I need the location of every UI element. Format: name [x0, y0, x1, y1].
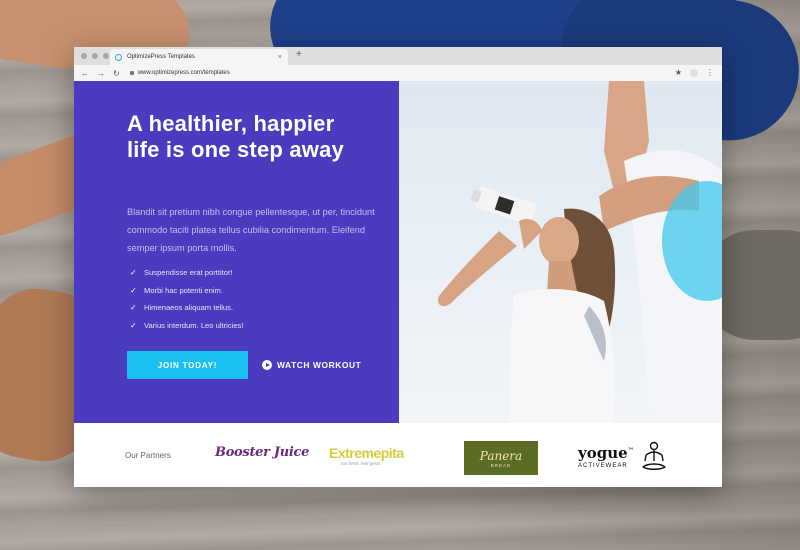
checklist-item: ✓ Varius interdum. Leo ultricies!	[130, 317, 243, 335]
check-icon: ✓	[130, 285, 137, 295]
yogue-activewear-logo: yogue™ ACTIVEWEAR	[578, 443, 634, 470]
address-bar-actions: ★ ⋮	[675, 68, 714, 77]
yogue-logo-text: yogue™	[578, 443, 634, 461]
url-text: www.optimizepress.com/templates	[137, 70, 230, 76]
minimize-window-button[interactable]	[92, 53, 98, 59]
url-field[interactable]: www.optimizepress.com/templates	[129, 70, 230, 76]
new-tab-button[interactable]: +	[296, 49, 302, 60]
panera-logo-text: Panera	[479, 448, 523, 463]
browser-tab[interactable]: OptimizePress Templates ×	[110, 49, 288, 65]
yogue-logo-subtext: ACTIVEWEAR	[578, 463, 628, 469]
booster-juice-logo: Booster Juice	[215, 445, 309, 460]
watch-workout-link[interactable]: WATCH WORKOUT	[262, 356, 361, 374]
checklist-item: ✓ Suspendisse erat porttitor!	[130, 264, 243, 282]
check-icon: ✓	[130, 320, 137, 330]
address-bar: ← → ↻ www.optimizepress.com/templates ★ …	[74, 65, 722, 82]
nav-buttons: ← → ↻	[81, 69, 120, 78]
hero-photo	[399, 81, 722, 423]
panera-logo-subtext: BREAD	[490, 462, 512, 468]
checklist-item-label: Himenaeos aliquam tellus.	[144, 303, 234, 313]
reload-icon[interactable]: ↻	[113, 69, 120, 78]
yogue-wordmark: yogue	[578, 444, 628, 462]
extremepita-logo: Extremepita eat fresh. feel great.	[329, 445, 404, 466]
forward-arrow-icon[interactable]: →	[97, 69, 105, 78]
lock-icon	[129, 71, 134, 75]
hero-intro: Blandit sit pretium nibh congue pellente…	[127, 207, 375, 253]
check-icon: ✓	[130, 268, 137, 278]
menu-dots-icon[interactable]: ⋮	[706, 68, 714, 77]
star-icon[interactable]: ★	[675, 68, 682, 77]
tab-close-icon[interactable]: ×	[278, 54, 282, 61]
extremepita-tagline: eat fresh. feel great.	[341, 461, 382, 466]
profile-icon[interactable]	[690, 68, 698, 77]
hero-headline: A healthier, happier life is one step aw…	[127, 111, 344, 162]
partners-strip: Our Partners Booster Juice Extremepita e…	[74, 423, 722, 487]
checklist-item: ✓ Morbi hac potenti enim.	[130, 282, 243, 300]
hero-text-panel: A healthier, happier life is one step aw…	[74, 81, 399, 423]
watch-workout-label: WATCH WORKOUT	[277, 360, 362, 370]
check-icon: ✓	[130, 303, 137, 313]
favicon-icon	[115, 53, 122, 61]
yogue-trademark: ™	[627, 447, 634, 454]
yoga-meditation-icon	[642, 441, 666, 470]
checklist-item: ✓ Himenaeos aliquam tellus.	[130, 299, 243, 317]
extremepita-logo-text: Extremepita	[329, 445, 404, 461]
browser-window: OptimizePress Templates × + ← → ↻ www.op…	[74, 47, 722, 487]
play-circle-icon	[262, 360, 272, 370]
back-arrow-icon[interactable]: ←	[81, 69, 89, 78]
close-window-button[interactable]	[81, 53, 87, 59]
hero-section: A healthier, happier life is one step aw…	[74, 81, 722, 423]
checklist-item-label: Morbi hac potenti enim.	[144, 285, 223, 295]
checklist-item-label: Varius interdum. Leo ultricies!	[144, 320, 244, 330]
booster-juice-logo-text: Booster Juice	[215, 445, 310, 460]
panera-bread-logo: Panera BREAD	[464, 441, 538, 475]
checklist-item-label: Suspendisse erat porttitor!	[144, 268, 233, 278]
title-bar: OptimizePress Templates × +	[74, 47, 722, 65]
window-controls	[81, 53, 109, 59]
feature-checklist: ✓ Suspendisse erat porttitor! ✓ Morbi hac …	[130, 264, 243, 334]
maximize-window-button[interactable]	[103, 53, 109, 59]
join-today-button[interactable]: JOIN TODAY!	[127, 351, 248, 379]
partners-label: Our Partners	[125, 450, 171, 460]
tab-title: OptimizePress Templates	[127, 54, 195, 60]
